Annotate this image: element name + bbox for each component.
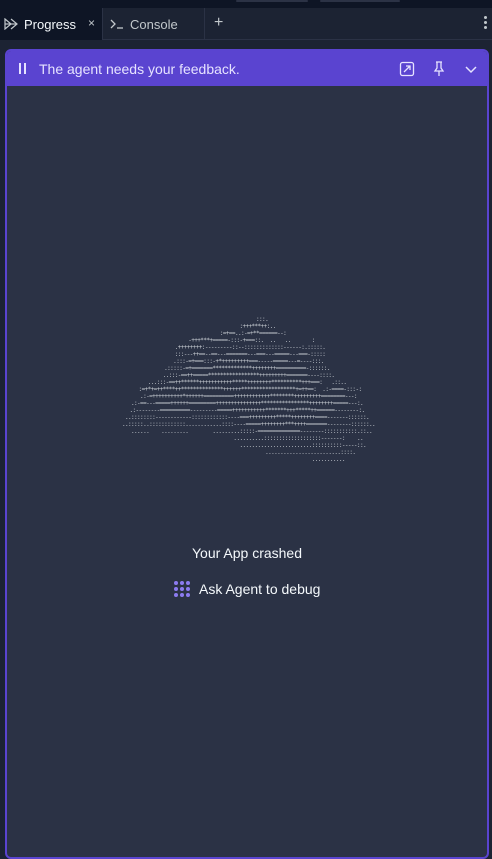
tab-progress[interactable]: Progress × — [0, 8, 103, 40]
feedback-message: The agent needs your feedback. — [39, 61, 240, 77]
top-strip-segment — [320, 0, 400, 2]
close-icon[interactable]: × — [88, 16, 95, 30]
progress-icon — [4, 18, 18, 30]
add-tab-icon[interactable]: + — [214, 14, 223, 32]
tab-console-label: Console — [130, 16, 178, 32]
ask-agent-debug-label: Ask Agent to debug — [199, 581, 321, 597]
crash-title: Your App crashed — [191, 545, 302, 561]
ask-agent-debug-button[interactable]: Ask Agent to debug — [173, 577, 320, 601]
top-strip — [0, 0, 492, 8]
agent-icon — [174, 581, 190, 597]
chevron-down-icon[interactable] — [462, 60, 480, 78]
open-external-icon[interactable] — [398, 60, 416, 78]
crash-ascii-art: :::. :+++***++:.. :=+==..:-=+**======--:… — [121, 316, 376, 463]
pin-icon[interactable] — [430, 60, 448, 78]
pause-icon[interactable] — [18, 63, 27, 74]
tab-console[interactable]: Console — [103, 8, 205, 40]
feedback-banner: The agent needs your feedback. — [7, 51, 487, 86]
top-strip-segment — [236, 0, 308, 2]
tab-progress-label: Progress — [24, 16, 77, 32]
progress-panel: The agent needs your feedback. :::. :+++… — [5, 49, 489, 859]
console-icon — [110, 18, 124, 30]
more-options-icon[interactable] — [482, 16, 488, 32]
tab-bar: Progress × Console + — [0, 8, 492, 40]
